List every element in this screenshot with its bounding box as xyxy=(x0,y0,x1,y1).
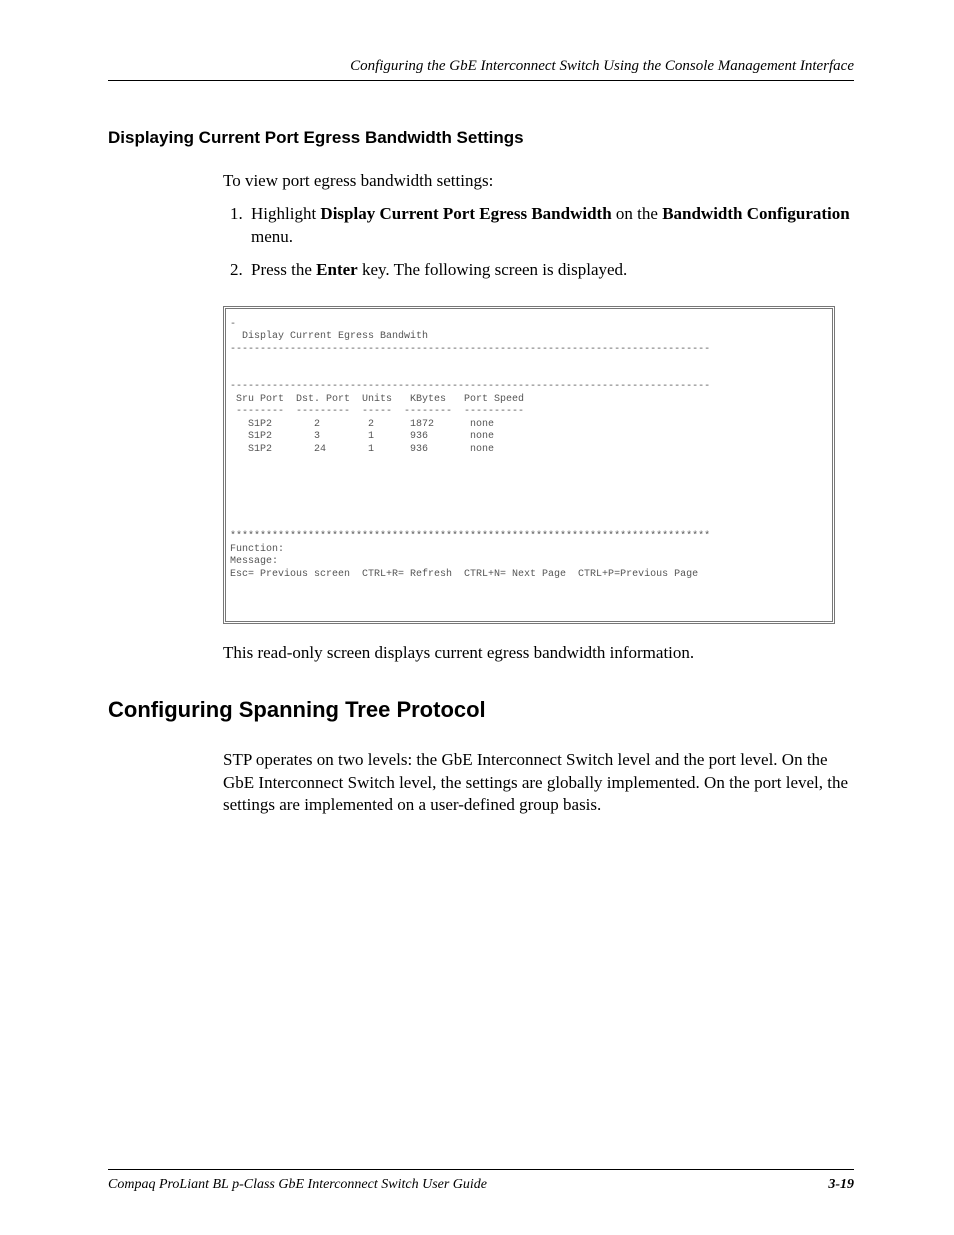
table-row: S1P2 24 1 936 none xyxy=(230,444,494,455)
body-block: This read-only screen displays current e… xyxy=(223,642,854,665)
step-list: Highlight Display Current Port Egress Ba… xyxy=(247,203,854,282)
console-message: Message: xyxy=(230,556,278,567)
body-block: To view port egress bandwidth settings: … xyxy=(223,170,854,282)
page-number: 3-19 xyxy=(828,1176,854,1195)
table-row: S1P2 2 2 1872 none xyxy=(230,419,494,430)
table-header: Sru Port Dst. Port Units KBytes Port Spe… xyxy=(230,394,524,405)
after-screenshot-text: This read-only screen displays current e… xyxy=(223,642,854,665)
running-footer: Compaq ProLiant BL p-Class GbE Interconn… xyxy=(108,1169,854,1195)
console-help: Esc= Previous screen CTRL+R= Refresh CTR… xyxy=(230,569,698,580)
console-screenshot: - Display Current Egress Bandwith ------… xyxy=(223,306,835,624)
running-header: Configuring the GbE Interconnect Switch … xyxy=(108,56,854,81)
table-sep: -------- --------- ----- -------- ------… xyxy=(230,406,524,417)
section-para: STP operates on two levels: the GbE Inte… xyxy=(223,749,854,818)
console-rule: ----------------------------------------… xyxy=(230,381,710,392)
chapter-title: Configuring the GbE Interconnect Switch … xyxy=(350,58,854,74)
console-stars: ****************************************… xyxy=(230,531,710,542)
table-row: S1P2 3 1 936 none xyxy=(230,431,494,442)
intro-text: To view port egress bandwidth settings: xyxy=(223,170,854,193)
console-rule: ----------------------------------------… xyxy=(230,344,710,355)
console-caret: - xyxy=(230,319,236,330)
list-item: Highlight Display Current Port Egress Ba… xyxy=(247,203,854,249)
book-title: Compaq ProLiant BL p-Class GbE Interconn… xyxy=(108,1176,487,1195)
console-function: Function: xyxy=(230,544,284,555)
section-heading: Configuring Spanning Tree Protocol xyxy=(108,695,854,725)
subsection-heading: Displaying Current Port Egress Bandwidth… xyxy=(108,127,854,150)
body-block: STP operates on two levels: the GbE Inte… xyxy=(223,749,854,818)
list-item: Press the Enter key. The following scree… xyxy=(247,259,854,282)
console-title: Display Current Egress Bandwith xyxy=(242,331,428,342)
